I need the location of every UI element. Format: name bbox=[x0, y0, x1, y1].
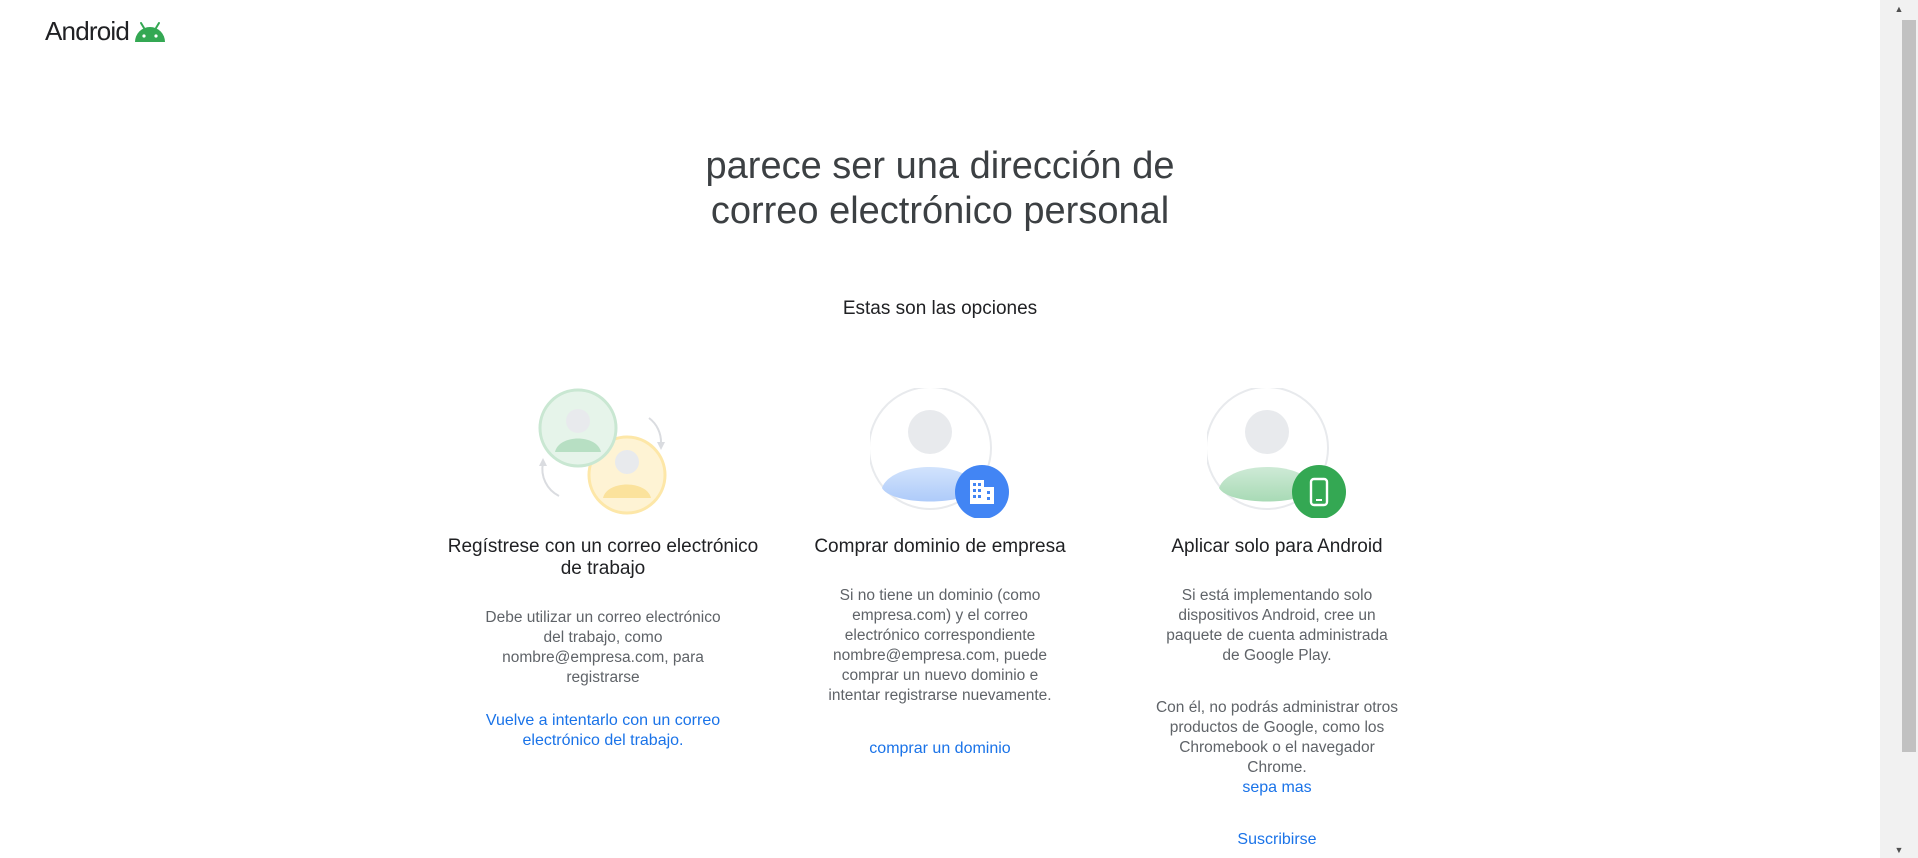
link-line: electrónico del trabajo. bbox=[522, 732, 684, 749]
android-logo[interactable]: Android bbox=[45, 16, 167, 47]
vertical-scrollbar[interactable]: ▲ ▼ bbox=[1880, 0, 1918, 858]
scrollbar-thumb[interactable] bbox=[1902, 20, 1916, 752]
description-line: nombre@empresa.com, puede bbox=[833, 647, 1047, 664]
option-title: Aplicar solo para Android bbox=[1171, 536, 1383, 557]
subscribe-link[interactable]: Suscribirse bbox=[1112, 830, 1442, 850]
options-subtitle: Estas son las opciones bbox=[842, 298, 1038, 319]
note-line: Con él, no podrás administrar otros bbox=[1155, 699, 1399, 716]
page-title-line: correo electrónico personal bbox=[710, 190, 1170, 232]
note-line: Chromebook o el navegador bbox=[1179, 739, 1375, 756]
option-title: Comprar dominio de empresa bbox=[814, 536, 1066, 557]
android-bot-icon bbox=[135, 21, 166, 42]
scroll-down-arrow-icon[interactable]: ▼ bbox=[1880, 841, 1918, 858]
option-title-line: Regístrese con un correo electrónico bbox=[447, 536, 759, 557]
note-line: productos de Google, como los bbox=[1169, 719, 1385, 736]
scroll-up-arrow-icon[interactable]: ▲ bbox=[1880, 0, 1918, 17]
option-title-line: de trabajo bbox=[560, 558, 646, 579]
option-description: Si está implementando solo dispositivos … bbox=[1112, 586, 1442, 666]
page-title-line: parece ser una dirección de bbox=[705, 145, 1175, 187]
option-android-only: Aplicar solo para Android Si está implem… bbox=[1112, 388, 1442, 858]
note-line: Chrome. bbox=[1247, 759, 1307, 776]
learn-more-link[interactable]: sepa mas bbox=[1112, 778, 1442, 798]
description-line: del trabajo, como bbox=[543, 629, 663, 646]
option-description: Si no tiene un dominio (como empresa.com… bbox=[775, 586, 1105, 706]
description-line: nombre@empresa.com, para bbox=[502, 649, 704, 666]
description-line: Si no tiene un dominio (como bbox=[839, 587, 1041, 604]
link-line: Vuelve a intentarlo con un correo bbox=[485, 712, 721, 729]
description-line: Debe utilizar un correo electrónico bbox=[485, 609, 721, 626]
description-line: Si está implementando solo bbox=[1181, 587, 1373, 604]
description-line: dispositivos Android, cree un bbox=[1178, 607, 1376, 624]
option-work-email: Regístrese con un correo electrónico de … bbox=[438, 388, 768, 768]
retry-work-email-link[interactable]: Vuelve a intentarlo con un correo electr… bbox=[438, 711, 768, 751]
description-line: paquete de cuenta administrada bbox=[1166, 627, 1388, 644]
phone-icon bbox=[1207, 388, 1346, 518]
buy-domain-link[interactable]: comprar un dominio bbox=[775, 739, 1105, 759]
page: Android parece ser una dirección de corr… bbox=[0, 0, 1880, 858]
option-title: Regístrese con un correo electrónico de … bbox=[438, 536, 768, 580]
description-line: de Google Play. bbox=[1222, 647, 1332, 664]
swap-users-icon bbox=[538, 388, 667, 515]
description-line: comprar un nuevo dominio e bbox=[841, 667, 1039, 684]
building-icon bbox=[870, 388, 1009, 518]
logo-text: Android bbox=[45, 16, 130, 46]
description-line: empresa.com) y el correo bbox=[852, 607, 1028, 624]
option-note: Con él, no podrás administrar otros prod… bbox=[1112, 698, 1442, 778]
description-line: intentar registrarse nuevamente. bbox=[828, 687, 1052, 704]
option-description: Debe utilizar un correo electrónico del … bbox=[438, 608, 768, 688]
page-title: parece ser una dirección de correo elect… bbox=[0, 144, 1880, 234]
description-line: electrónico correspondiente bbox=[844, 627, 1036, 644]
description-line: registrarse bbox=[566, 669, 640, 686]
option-buy-domain: Comprar dominio de empresa Si no tiene u… bbox=[775, 388, 1105, 768]
